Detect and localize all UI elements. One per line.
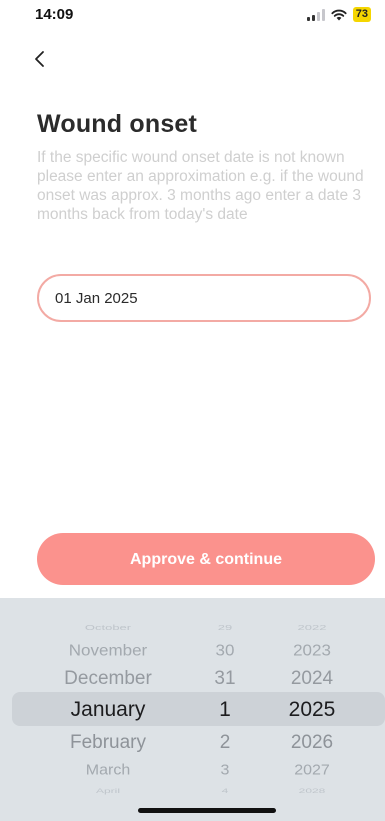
picker-month-option[interactable]: March [20,763,196,779]
picker-month-option[interactable]: October [20,623,196,631]
picker-day-option[interactable]: 4 [195,787,255,795]
picker-year-option[interactable]: 2028 [262,787,362,795]
date-field-value: 01 Jan 2025 [55,289,138,307]
picker-day-option[interactable]: 2 [195,732,255,754]
picker-year-option[interactable]: 2026 [262,732,362,754]
picker-year-option-selected[interactable]: 2025 [262,698,362,722]
home-indicator [138,808,276,813]
picker-month-option[interactable]: November [20,642,196,660]
battery-icon: 73 [352,7,371,22]
picker-day-option[interactable]: 3 [195,763,255,779]
picker-year-option[interactable]: 2027 [262,763,362,779]
date-picker[interactable]: October November December January February Ma… [0,598,385,821]
page-title: Wound onset [37,110,198,138]
chevron-left-icon [35,51,44,67]
status-icons: 73 [306,7,371,22]
picker-day-option[interactable]: 30 [195,642,255,660]
wifi-icon [331,9,347,20]
picker-month-option[interactable]: April [20,787,196,795]
picker-day-option[interactable]: 31 [195,668,255,690]
picker-year-option[interactable]: 2024 [262,668,362,690]
month-wheel[interactable]: October November December January February Ma… [20,598,196,821]
wound-onset-date-field[interactable]: 01 Jan 2025 [37,274,371,322]
signal-icon [306,8,325,21]
status-time: 14:09 [35,6,74,23]
picker-month-option[interactable]: December [20,668,196,690]
status-bar: 14:09 73 [0,0,385,30]
picker-year-option[interactable]: 2023 [262,642,362,660]
picker-year-option[interactable]: 2022 [262,623,362,631]
picker-day-option[interactable]: 29 [195,623,255,631]
approve-continue-button[interactable]: Approve & continue [37,533,375,585]
picker-month-option-selected[interactable]: January [20,698,196,722]
helper-text: If the specific wound onset date is not … [37,149,364,223]
year-wheel[interactable]: 2022 2023 2024 2025 2026 2027 2028 [262,598,362,821]
picker-day-option-selected[interactable]: 1 [195,698,255,722]
back-button[interactable] [28,47,52,71]
picker-month-option[interactable]: February [20,732,196,754]
day-wheel[interactable]: 29 30 31 1 2 3 4 [195,598,255,821]
